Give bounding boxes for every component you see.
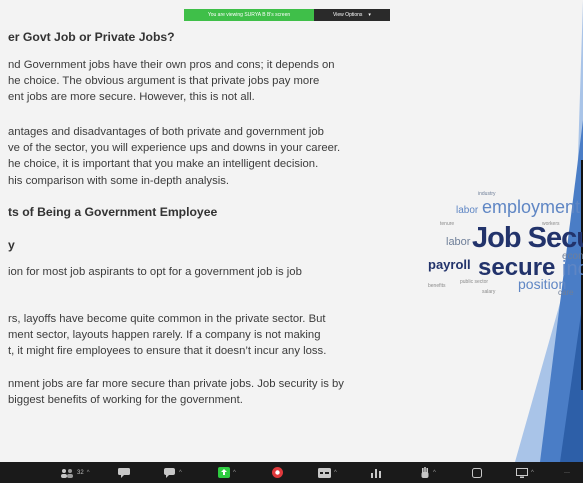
share-screen-button[interactable]: ^ xyxy=(218,466,236,479)
chevron-up-icon: ^ xyxy=(433,469,436,476)
bar-chart-icon xyxy=(371,468,381,478)
paragraph-line: t, it might fire employees to ensure tha… xyxy=(8,345,327,358)
layoffs-paragraph: rs, layoffs have become quite common in … xyxy=(8,311,326,360)
view-options-button[interactable]: View Options ▾ xyxy=(314,9,390,21)
reason-paragraph: ion for most job aspirants to opt for a … xyxy=(8,264,302,280)
closed-captions-icon xyxy=(318,467,331,478)
captions-button[interactable]: ^ xyxy=(318,466,337,479)
paragraph-line: ve of the sector, you will experience up… xyxy=(8,142,341,155)
wordcloud-word: labor xyxy=(446,236,471,248)
paragraph-line: ment sector, layouts happen rarely. If a… xyxy=(8,329,321,342)
view-options-label: View Options xyxy=(333,12,363,18)
paragraph-line: antages and disadvantages of both privat… xyxy=(8,126,324,138)
record-icon xyxy=(272,467,283,478)
chat-button[interactable] xyxy=(118,466,130,479)
layout-button[interactable]: ^ xyxy=(516,466,534,479)
wordcloud-word: payroll xyxy=(428,257,471,272)
section-heading: ts of Being a Government Employee xyxy=(8,205,218,219)
chevron-up-icon: ^ xyxy=(233,469,236,476)
wordcloud-word: labor xyxy=(456,205,479,216)
paragraph-line: nment jobs are far more secure than priv… xyxy=(8,378,344,390)
hand-icon xyxy=(421,467,429,478)
wordcloud-word: tenure xyxy=(440,221,454,227)
reactions-button[interactable]: ^ xyxy=(164,466,182,479)
paragraph-line: he choice, it is important that you make… xyxy=(8,158,319,171)
wordcloud-word: public sector xyxy=(460,279,488,285)
apps-button[interactable] xyxy=(472,466,482,479)
participants-icon xyxy=(61,468,73,478)
apps-icon xyxy=(472,467,482,478)
paragraph-line: nd Government jobs have their own pros a… xyxy=(8,59,335,71)
polls-button[interactable] xyxy=(370,466,382,479)
chevron-up-icon: ^ xyxy=(334,469,337,476)
raise-hand-button[interactable]: ^ xyxy=(420,466,436,479)
screen-share-banner: You are viewing SURYA B B's screen View … xyxy=(184,9,390,21)
paragraph-line: ent jobs are more secure. However, this … xyxy=(8,91,255,104)
paragraph-line: biggest benefits of working for the gove… xyxy=(8,394,243,407)
speech-bubble-icon xyxy=(164,467,175,478)
wordcloud-word: care xyxy=(558,288,574,297)
intro-paragraph: nd Government jobs have their own pros a… xyxy=(8,57,335,106)
more-dots-icon: ··· xyxy=(564,469,570,476)
wordcloud-word: Job Secu xyxy=(472,222,583,254)
screen-icon xyxy=(516,467,528,478)
chevron-down-icon: ▾ xyxy=(368,12,371,18)
chat-icon xyxy=(118,467,130,478)
paragraph-line: he choice. The obvious argument is that … xyxy=(8,75,320,88)
chevron-up-icon: ^ xyxy=(86,469,90,476)
security-paragraph: nment jobs are far more secure than priv… xyxy=(8,376,344,408)
job-security-wordcloud: industry labor employment tenure labor J… xyxy=(428,191,583,297)
participants-count: 32 xyxy=(77,469,84,476)
participants-button[interactable]: 32 ^ xyxy=(60,466,90,479)
wordcloud-word: workers xyxy=(542,221,560,227)
sub-heading: y xyxy=(8,238,15,252)
chevron-up-icon: ^ xyxy=(179,469,182,476)
paragraph-line: rs, layoffs have become quite common in … xyxy=(8,313,326,325)
paragraph-line: ion for most job aspirants to opt for a … xyxy=(8,266,302,278)
wordcloud-word: econ xyxy=(562,251,583,262)
comparison-paragraph: antages and disadvantages of both privat… xyxy=(8,124,340,189)
wordcloud-word: salary xyxy=(482,289,496,295)
meeting-toolbar: 32 ^ ^ ^ ^ ^ ^ ··· xyxy=(0,462,583,483)
share-screen-icon xyxy=(218,467,230,478)
paragraph-line: his comparison with some in-depth analys… xyxy=(8,174,230,187)
wordcloud-word: benefits xyxy=(428,283,446,289)
chevron-up-icon: ^ xyxy=(531,469,534,476)
more-button[interactable]: ··· xyxy=(564,466,570,479)
document-title: er Govt Job or Private Jobs? xyxy=(8,30,175,44)
wordcloud-word: employment xyxy=(482,197,580,217)
share-banner-message: You are viewing SURYA B B's screen xyxy=(184,9,314,21)
record-button[interactable] xyxy=(272,466,283,479)
